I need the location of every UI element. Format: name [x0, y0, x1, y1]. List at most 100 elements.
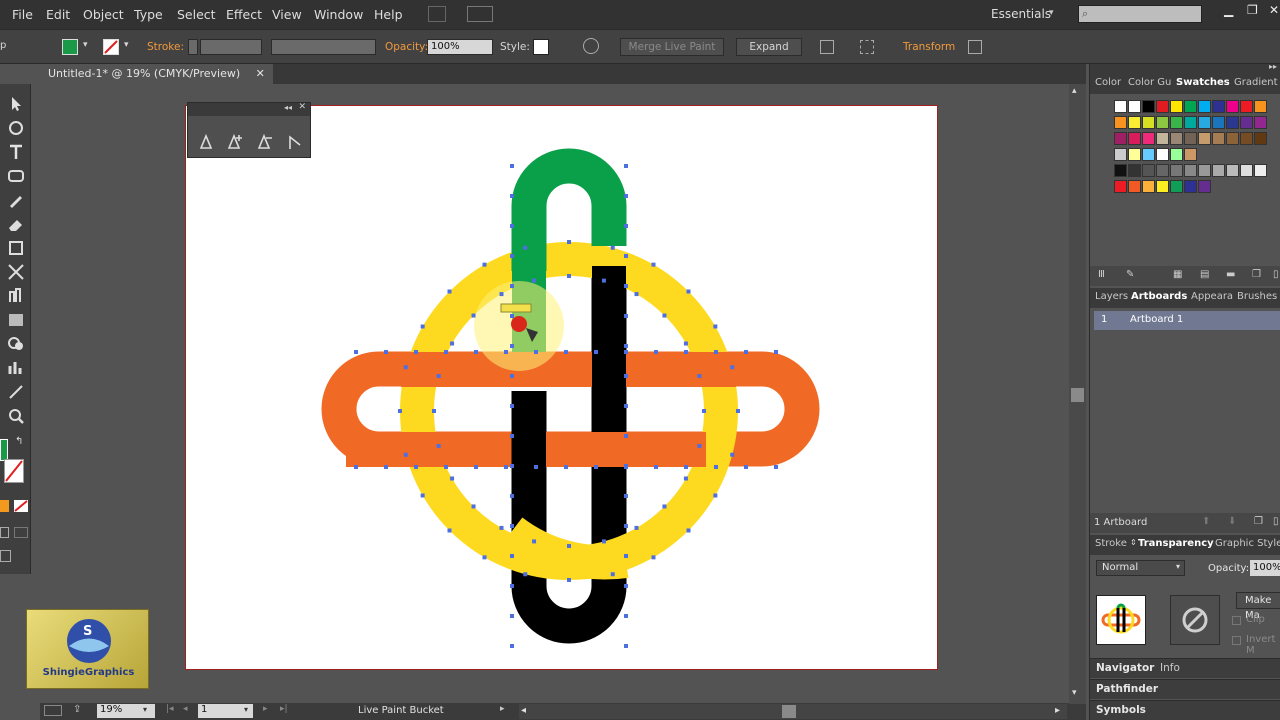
live-paint-artwork[interactable] — [186, 106, 939, 671]
menu-object[interactable]: Object — [83, 7, 124, 22]
swatch[interactable] — [1128, 100, 1141, 113]
artboard[interactable] — [185, 105, 938, 670]
chevron-down-icon[interactable]: ▾ — [1049, 8, 1054, 18]
pen-tools-panel-header[interactable]: ◂◂ ✕ — [188, 102, 310, 116]
scroll-right-icon[interactable]: ▸ — [1055, 705, 1060, 716]
orange-crossing-bottom-left[interactable] — [346, 432, 511, 467]
stroke-weight-input[interactable] — [200, 39, 262, 55]
make-mask-button[interactable]: Make Ma — [1236, 592, 1280, 621]
swatch-libraries-icon[interactable]: Ⅲ — [1098, 269, 1105, 280]
delete-anchor-point-icon[interactable] — [256, 133, 274, 151]
swatch[interactable] — [1156, 132, 1169, 145]
swatch[interactable] — [1114, 116, 1127, 129]
zoom-tool-icon[interactable] — [6, 406, 26, 426]
swatch[interactable] — [1142, 148, 1155, 161]
swatch[interactable] — [1142, 164, 1155, 177]
arrange-documents-icon[interactable] — [467, 6, 493, 22]
document-setup-icon[interactable] — [820, 40, 834, 54]
merge-live-paint-button[interactable]: Merge Live Paint — [620, 38, 724, 56]
swatch[interactable] — [1184, 148, 1197, 161]
collapse-dock-icon[interactable]: ▸▸ — [1269, 62, 1277, 71]
graph-tool-icon[interactable] — [6, 358, 26, 378]
swatch[interactable] — [1114, 132, 1127, 145]
swatch[interactable] — [1128, 180, 1141, 193]
menu-effect[interactable]: Effect — [226, 7, 262, 22]
swatch[interactable] — [1240, 100, 1253, 113]
shape-builder-tool-icon[interactable] — [6, 286, 26, 306]
fill-color-swatch[interactable] — [62, 39, 78, 55]
swatch[interactable] — [1212, 116, 1225, 129]
document-tab[interactable]: Untitled-1* @ 19% (CMYK/Preview) ✕ — [40, 64, 273, 84]
opacity-input[interactable]: 100% — [427, 39, 493, 55]
stroke-swatch[interactable] — [4, 459, 24, 483]
vertical-scroll-thumb[interactable] — [1071, 388, 1084, 402]
swatch[interactable] — [1226, 100, 1239, 113]
chevron-down-icon[interactable]: ▾ — [244, 705, 248, 714]
transparency-opacity-input[interactable]: 100% — [1250, 560, 1280, 576]
swatch[interactable] — [1142, 132, 1155, 145]
swap-fill-stroke-icon[interactable]: ↰ — [15, 436, 23, 447]
free-transform-tool-icon[interactable] — [6, 262, 26, 282]
swatch[interactable] — [1170, 148, 1183, 161]
swatch[interactable] — [1114, 180, 1127, 193]
tab-layers[interactable]: Layers — [1095, 291, 1128, 302]
orange-crossing-top[interactable] — [401, 352, 736, 387]
swatch[interactable] — [1156, 148, 1169, 161]
scroll-down-icon[interactable]: ▾ — [1072, 688, 1077, 698]
swatch[interactable] — [1170, 100, 1183, 113]
tab-navigator[interactable]: Navigator — [1096, 662, 1154, 674]
swatch[interactable] — [1142, 100, 1155, 113]
swatch[interactable] — [1254, 132, 1267, 145]
collapse-panel-icon[interactable]: ◂◂ — [284, 103, 292, 112]
color-mode-icon[interactable] — [0, 500, 9, 512]
swatch[interactable] — [1212, 164, 1225, 177]
close-icon[interactable]: ✕ — [1269, 3, 1279, 17]
swatch[interactable] — [1240, 116, 1253, 129]
new-color-group-icon[interactable]: ▤ — [1200, 269, 1209, 280]
menu-help[interactable]: Help — [374, 7, 403, 22]
folder-icon[interactable]: ▬ — [1226, 269, 1235, 280]
eraser-tool-icon[interactable] — [6, 214, 26, 234]
horizontal-scroll-thumb[interactable] — [782, 705, 796, 718]
status-menu-arrow-icon[interactable]: ▸ — [500, 704, 505, 714]
rectangle-tool-icon[interactable] — [6, 166, 26, 186]
swatch[interactable] — [1156, 164, 1169, 177]
tab-pathfinder[interactable]: Pathfinder — [1096, 683, 1158, 695]
swatch[interactable] — [1170, 164, 1183, 177]
swatch[interactable] — [1198, 100, 1211, 113]
new-artboard-icon[interactable]: ❐ — [1254, 516, 1263, 527]
select-similar-icon[interactable] — [860, 40, 874, 54]
swatch[interactable] — [1184, 100, 1197, 113]
swatch[interactable] — [1114, 100, 1127, 113]
swatch-options-icon[interactable]: ▦ — [1173, 269, 1182, 280]
swatch[interactable] — [1184, 132, 1197, 145]
type-tool-icon[interactable] — [6, 142, 26, 162]
rotate-tool-icon[interactable] — [6, 238, 26, 258]
scroll-up-icon[interactable]: ▴ — [1072, 86, 1077, 96]
minimize-icon[interactable]: ▁ — [1224, 3, 1233, 17]
swatch[interactable] — [1184, 116, 1197, 129]
tab-brushes[interactable]: Brushes — [1237, 291, 1277, 302]
restore-icon[interactable]: ❐ — [1247, 3, 1258, 17]
swatch[interactable] — [1198, 116, 1211, 129]
swatch[interactable] — [1128, 132, 1141, 145]
draw-behind-icon[interactable] — [14, 527, 28, 538]
tab-graphic-style[interactable]: Graphic Style — [1215, 538, 1280, 549]
magic-wand-tool-icon[interactable] — [6, 118, 26, 138]
swatch[interactable] — [1254, 116, 1267, 129]
isolate-icon[interactable] — [968, 40, 982, 54]
horizontal-scrollbar[interactable]: ◂ ▸ — [519, 704, 1067, 719]
move-up-icon[interactable]: ⬆ — [1202, 516, 1210, 527]
artboard-nav-icon[interactable] — [44, 705, 62, 716]
tab-transparency[interactable]: Transparency — [1138, 538, 1214, 549]
object-thumbnail[interactable] — [1096, 595, 1146, 645]
swatch[interactable] — [1226, 132, 1239, 145]
yellow-ring-shape[interactable] — [400, 242, 738, 580]
new-swatch-icon[interactable]: ❐ — [1252, 269, 1261, 280]
gradient-tool-icon[interactable] — [6, 310, 26, 330]
swatch[interactable] — [1128, 116, 1141, 129]
transform-link[interactable]: Transform — [903, 41, 955, 53]
draw-normal-icon[interactable] — [0, 527, 9, 538]
stroke-none-swatch[interactable] — [103, 39, 119, 55]
blend-mode-select[interactable]: Normal ▾ — [1096, 560, 1185, 576]
